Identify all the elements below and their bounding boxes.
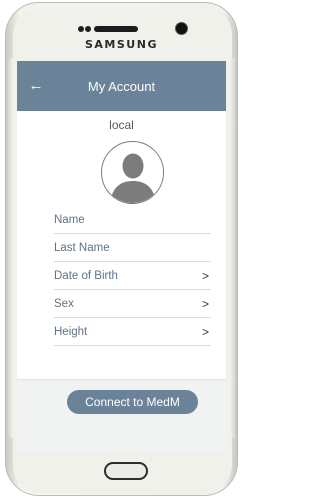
date-of-birth-field[interactable]: Date of Birth > xyxy=(54,262,211,290)
name-field[interactable]: Name xyxy=(54,206,211,234)
brand-logo: SAMSUNG xyxy=(85,38,158,51)
username-label: local xyxy=(109,118,134,132)
connect-to-medm-button[interactable]: Connect to MedM xyxy=(67,390,198,414)
front-camera-icon xyxy=(176,23,187,34)
field-label: Height xyxy=(54,325,88,338)
chevron-right-icon: > xyxy=(201,324,209,339)
chevron-right-icon: > xyxy=(201,268,209,283)
app-screen: ← My Account local Name Last Name Date o… xyxy=(17,61,226,453)
last-name-field[interactable]: Last Name xyxy=(54,234,211,262)
light-sensor-icon xyxy=(85,26,91,32)
phone-edge-right xyxy=(229,58,235,438)
field-label: Date of Birth xyxy=(54,269,118,282)
page-title: My Account xyxy=(87,79,156,94)
phone-edge-left xyxy=(8,58,14,438)
proximity-sensor-icon xyxy=(78,26,84,32)
field-label: Sex xyxy=(54,297,74,310)
field-label: Name xyxy=(54,213,85,226)
home-button[interactable] xyxy=(104,462,148,480)
field-label: Last Name xyxy=(54,241,110,254)
chevron-right-icon: > xyxy=(201,296,209,311)
avatar[interactable] xyxy=(101,141,164,204)
sex-field[interactable]: Sex > xyxy=(54,290,211,318)
user-silhouette-icon xyxy=(102,142,163,203)
height-field[interactable]: Height > xyxy=(54,318,211,346)
earpiece-speaker xyxy=(94,26,138,32)
app-bar: ← My Account xyxy=(17,61,226,111)
